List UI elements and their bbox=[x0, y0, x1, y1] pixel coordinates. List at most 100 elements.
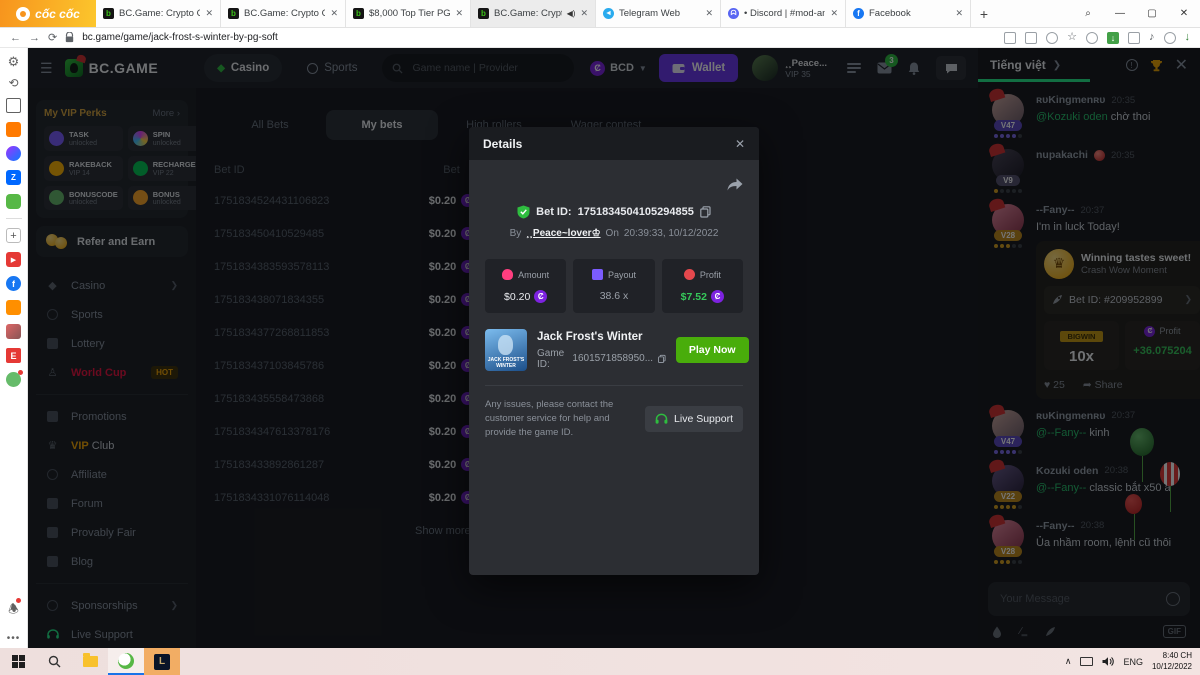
game-thumbnail[interactable]: JACK FROST'S WINTER bbox=[485, 329, 527, 371]
window-close-button[interactable]: ✕ bbox=[1168, 8, 1200, 19]
coccoc-icon bbox=[118, 653, 134, 669]
tab-search-icon[interactable]: ⌕ bbox=[1072, 8, 1104, 19]
dino-extension-icon[interactable] bbox=[6, 372, 21, 387]
bookmark-star-icon[interactable]: ☆ bbox=[1067, 32, 1077, 43]
discord-favicon: ᗣ bbox=[728, 8, 739, 19]
modal-header: Details ✕ bbox=[469, 127, 759, 160]
more-options-icon[interactable]: ••• bbox=[7, 633, 21, 644]
bcgame-favicon: b bbox=[103, 8, 114, 19]
file-explorer-button[interactable] bbox=[72, 648, 108, 675]
tab-audio-icon[interactable]: ◀) bbox=[567, 9, 576, 18]
profile-avatar-icon[interactable] bbox=[1164, 32, 1176, 44]
tray-expand-icon[interactable]: ∧ bbox=[1065, 656, 1072, 667]
games-icon[interactable] bbox=[6, 194, 21, 209]
window-minimize-button[interactable]: — bbox=[1104, 8, 1136, 19]
profit-value: $7.52 bbox=[681, 291, 707, 303]
tab-telegram[interactable]: ◄Telegram Web✕ bbox=[596, 0, 721, 27]
facebook-shortcut-icon[interactable]: f bbox=[6, 276, 21, 291]
network-icon[interactable] bbox=[1080, 657, 1093, 666]
copy-icon[interactable] bbox=[700, 206, 711, 218]
windows-taskbar: L ∧ ENG 8:40 CH10/12/2022 bbox=[0, 648, 1200, 675]
coccoc-taskbar-button[interactable] bbox=[108, 648, 144, 675]
payout-value: 38.6 x bbox=[600, 290, 629, 302]
bet-by-row: By ¸¸Peace~lover♔ On 20:39:33, 10/12/202… bbox=[485, 228, 743, 239]
close-tab-icon[interactable]: ✕ bbox=[580, 8, 588, 19]
telegram-favicon: ◄ bbox=[603, 8, 614, 19]
close-tab-icon[interactable]: ✕ bbox=[330, 8, 338, 19]
screen: cốc cốc bBC.Game: Crypto Casino✕ bBC.Gam… bbox=[0, 0, 1200, 675]
start-button[interactable] bbox=[0, 648, 36, 675]
youtube-icon[interactable]: ▶ bbox=[6, 252, 21, 267]
play-now-button[interactable]: Play Now bbox=[676, 337, 749, 363]
thumbnail-caption: JACK FROST'S WINTER bbox=[485, 357, 527, 369]
tab-bcgame-2[interactable]: bBC.Game: Crypto Casino✕ bbox=[221, 0, 346, 27]
bet-user-link[interactable]: ¸¸Peace~lover♔ bbox=[526, 228, 600, 239]
taskbar-clock[interactable]: 8:40 CH10/12/2022 bbox=[1152, 651, 1192, 672]
e-shortcut-icon[interactable]: E bbox=[6, 348, 21, 363]
coccoc-news-icon[interactable] bbox=[6, 122, 21, 137]
settings-gear-icon[interactable]: ⚙ bbox=[8, 55, 20, 68]
window-maximize-button[interactable]: ▢ bbox=[1136, 8, 1168, 19]
brand-label: cốc cốc bbox=[35, 7, 80, 21]
search-icon bbox=[48, 655, 61, 668]
browser-tabbar: cốc cốc bBC.Game: Crypto Casino✕ bBC.Gam… bbox=[0, 0, 1200, 28]
close-tab-icon[interactable]: ✕ bbox=[205, 8, 213, 19]
tab-pgsoft[interactable]: b$8,000 Top Tier PGSoft M✕ bbox=[346, 0, 471, 27]
bcgame-favicon: b bbox=[478, 8, 489, 19]
support-row: Any issues, please contact the customer … bbox=[485, 398, 743, 439]
close-tab-icon[interactable]: ✕ bbox=[830, 8, 838, 19]
share-page-icon[interactable] bbox=[1046, 32, 1058, 44]
extensions-icon[interactable] bbox=[1128, 32, 1140, 44]
input-language[interactable]: ENG bbox=[1123, 657, 1143, 667]
game-title: Jack Frost's Winter bbox=[537, 331, 666, 343]
game-id-row: Game ID:1601571858950... bbox=[537, 348, 666, 370]
stat-profit: Profit $7.52Ȼ bbox=[662, 259, 743, 313]
close-tab-icon[interactable]: ✕ bbox=[955, 8, 963, 19]
forward-icon[interactable]: → bbox=[29, 32, 40, 44]
reading-list-icon[interactable] bbox=[6, 98, 21, 113]
reload-icon[interactable]: ⟳ bbox=[48, 31, 57, 44]
headset-icon bbox=[655, 413, 668, 425]
url-text[interactable]: bc.game/game/jack-frost-s-winter-by-pg-s… bbox=[82, 32, 278, 43]
history-icon[interactable]: ⟲ bbox=[8, 77, 18, 89]
send-to-device-icon[interactable] bbox=[1004, 32, 1016, 44]
image-shortcut-icon[interactable] bbox=[6, 324, 21, 339]
tab-facebook[interactable]: fFacebook✕ bbox=[846, 0, 971, 27]
copy-icon[interactable] bbox=[658, 353, 666, 365]
tab-bcgame-active[interactable]: bBC.Game: Crypto Cas◀)✕ bbox=[471, 0, 596, 27]
coccoc-brand[interactable]: cốc cốc bbox=[0, 0, 96, 27]
tab-discord[interactable]: ᗣ• Discord | #mod-anno✕ bbox=[721, 0, 846, 27]
add-shortcut-icon[interactable]: + bbox=[6, 228, 21, 243]
game-card: JACK FROST'S WINTER Jack Frost's Winter … bbox=[485, 329, 743, 371]
verified-shield-icon bbox=[517, 205, 530, 219]
adblock-shield-icon[interactable] bbox=[1086, 32, 1098, 44]
modal-close-icon[interactable]: ✕ bbox=[735, 137, 745, 151]
back-icon[interactable]: ← bbox=[10, 32, 21, 44]
notifications-bell-icon[interactable]: 🕭 bbox=[8, 600, 19, 621]
download-manager-icon[interactable]: ↓ bbox=[1107, 32, 1119, 44]
update-download-icon[interactable]: ↓ bbox=[1185, 32, 1191, 43]
coin-icon: Ȼ bbox=[534, 290, 547, 303]
bcgame-favicon: b bbox=[353, 8, 364, 19]
messenger-icon[interactable] bbox=[6, 146, 21, 161]
new-tab-button[interactable]: + bbox=[971, 0, 997, 27]
tv-shortcut-icon[interactable] bbox=[6, 300, 21, 315]
share-icon[interactable] bbox=[727, 178, 743, 191]
taskbar-search-button[interactable] bbox=[36, 648, 72, 675]
translate-icon[interactable] bbox=[1025, 32, 1037, 44]
media-note-icon[interactable]: ♪ bbox=[1149, 32, 1155, 43]
volume-icon[interactable] bbox=[1102, 656, 1114, 667]
live-support-button[interactable]: Live Support bbox=[645, 406, 743, 432]
tab-bcgame-1[interactable]: bBC.Game: Crypto Casino✕ bbox=[96, 0, 221, 27]
league-of-legends-button[interactable]: L bbox=[144, 648, 180, 675]
close-tab-icon[interactable]: ✕ bbox=[705, 8, 713, 19]
zalo-icon[interactable]: Z bbox=[6, 170, 21, 185]
amount-value: $0.20 bbox=[504, 291, 530, 303]
support-note: Any issues, please contact the customer … bbox=[485, 398, 635, 439]
amount-icon bbox=[502, 269, 513, 280]
close-tab-icon[interactable]: ✕ bbox=[455, 8, 463, 19]
coin-icon: Ȼ bbox=[711, 290, 724, 303]
bet-id-value: 1751834504105294855 bbox=[578, 206, 694, 218]
bet-id-row: Bet ID: 1751834504105294855 bbox=[485, 205, 743, 219]
bet-stats: Amount $0.20Ȼ Payout 38.6 x Profit $7.52… bbox=[485, 259, 743, 313]
